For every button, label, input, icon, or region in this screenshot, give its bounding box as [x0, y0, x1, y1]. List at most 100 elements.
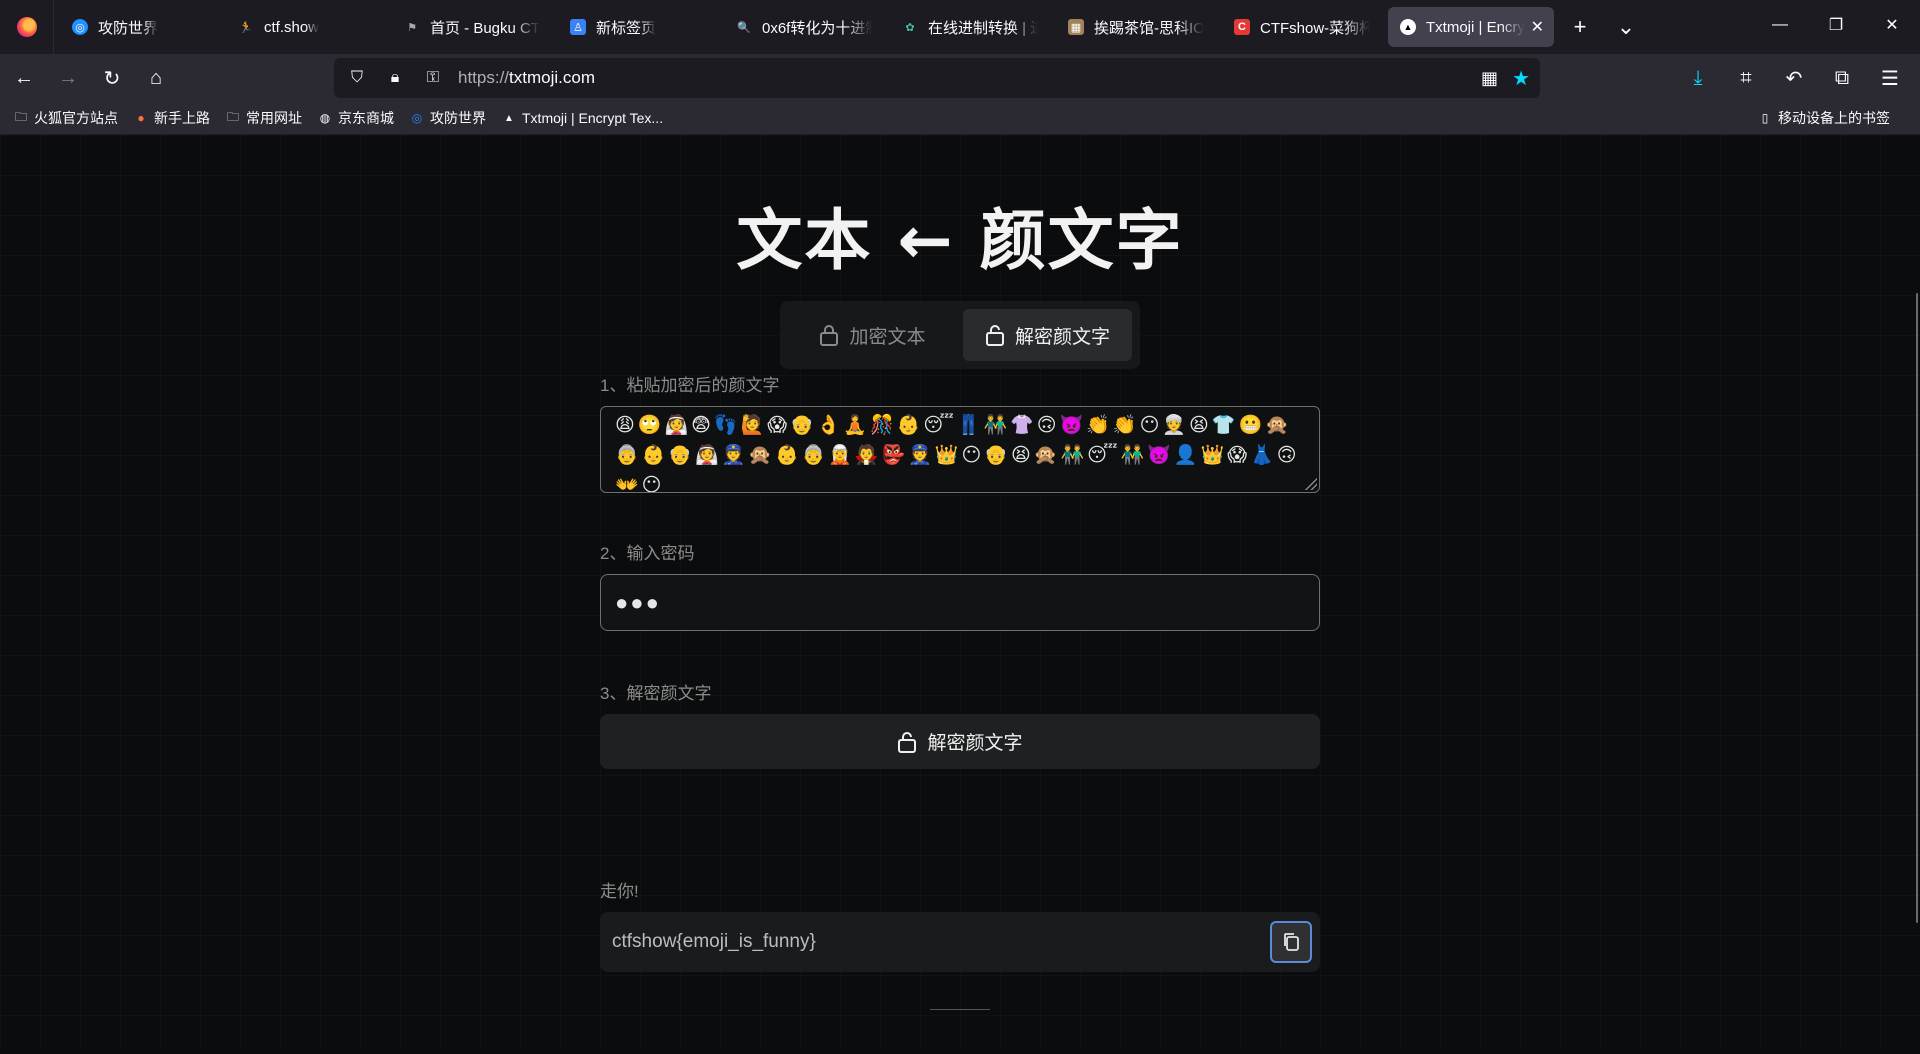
restore-button[interactable]: ❐ [1808, 0, 1864, 50]
bookmark-item[interactable]: ▲ Txtmoji | Encrypt Tex... [502, 110, 663, 126]
person-badge-icon: ♙ [570, 19, 586, 35]
url-text[interactable]: https://txtmoji.com [458, 68, 595, 88]
emoji-input[interactable]: 😩🙄👰😨👣🙋😱👴👌🧘🎊👶😴👖👬👚🙃👿👏👏😶👳😫👕😬🙊👵👶👴👰👮🙊👶👵🧝🧛👺👮👑😶… [600, 406, 1320, 493]
home-button[interactable]: ⌂ [136, 58, 176, 98]
tracking-shield-icon[interactable]: ⛉ [342, 69, 372, 87]
tab-title: 新标签页 [596, 19, 657, 37]
result-section: 走你! ctfshow{emoji_is_funny} [600, 877, 1320, 972]
bookmark-item[interactable]: 🗀 常用网址 [226, 108, 302, 128]
result-label: 走你! [600, 882, 639, 901]
result-value: ctfshow{emoji_is_funny} [612, 931, 816, 952]
tab-2[interactable]: 🏃 ctf.show [226, 7, 386, 47]
globe-blue-icon: ◎ [72, 19, 88, 35]
encrypt-mode-button[interactable]: 加密文本 [788, 309, 957, 361]
running-man-icon: 🏃 [239, 21, 253, 34]
bookmark-label: Txtmoji | Encrypt Tex... [522, 110, 664, 126]
folder-icon: 🗀 [14, 109, 27, 124]
copy-button[interactable] [1270, 921, 1312, 963]
step3-section: 3、解密颜文字 解密颜文字 [600, 679, 1320, 769]
gear-flower-icon: ✿ [905, 21, 915, 34]
result-output[interactable]: ctfshow{emoji_is_funny} [600, 912, 1320, 972]
bookmark-item[interactable]: ◍ 京东商城 [318, 108, 394, 128]
password-input[interactable]: ●●● [600, 574, 1320, 631]
tab-7[interactable]: ▦ 挨踢茶馆-思科IOS [1056, 7, 1216, 47]
back-button[interactable]: ← [4, 58, 44, 98]
folder-icon: 🗀 [226, 109, 239, 124]
encrypt-mode-label: 加密文本 [849, 326, 926, 348]
tab-title: 首页 - Bugku CTF [430, 19, 540, 37]
navigation-toolbar: ← → ↻ ⌂ ⛉ 🔒︎ ⚿ https://txtmoji.com ▦ ★ ⤓… [0, 54, 1920, 102]
tab-title: 攻防世界 [98, 19, 159, 37]
new-tab-button[interactable]: + [1560, 7, 1600, 47]
minimize-button[interactable]: — [1752, 0, 1808, 50]
step3-label: 3、解密颜文字 [600, 684, 712, 703]
triangle-logo-icon: ▲ [1400, 19, 1416, 35]
mode-switch: 加密文本 解密颜文字 [780, 301, 1140, 369]
undo-share-icon[interactable]: ↶ [1772, 58, 1816, 98]
firefox-menu-icon[interactable] [0, 0, 54, 54]
forward-button[interactable]: → [48, 58, 88, 98]
url-host: txtmoji.com [509, 68, 595, 87]
tab-6[interactable]: ✿ 在线进制转换 | 进 [890, 7, 1050, 47]
tab-active-txtmoji[interactable]: ▲ Txtmoji | Encry ✕ [1388, 7, 1554, 47]
lock-open-icon [985, 325, 1004, 346]
tab-title: 在线进制转换 | 进 [928, 19, 1038, 37]
extensions-puzzle-icon[interactable]: ⧉ [1820, 58, 1864, 98]
close-window-button[interactable]: ✕ [1864, 0, 1920, 50]
tab-strip: ◎ 攻防世界 🏃 ctf.show ⚑ 首页 - Bugku CTF ♙ 新标签… [0, 0, 1920, 54]
tab-3[interactable]: ⚑ 首页 - Bugku CTF [392, 7, 552, 47]
bookmark-item[interactable]: ● 新手上路 [134, 108, 210, 128]
bookmark-star-icon[interactable]: ★ [1512, 66, 1530, 91]
scrollbar-thumb[interactable] [1916, 293, 1918, 923]
mobile-bookmarks[interactable]: ▯ 移动设备上的书签 [1758, 108, 1890, 128]
url-protocol: https:// [458, 68, 510, 87]
key-icon[interactable]: ⚿ [418, 69, 448, 87]
lock-icon[interactable]: 🔒︎ [380, 69, 410, 87]
app-menu-icon[interactable]: ☰ [1868, 58, 1912, 98]
teahouse-icon: ▦ [1068, 19, 1084, 35]
url-bar[interactable]: ⛉ 🔒︎ ⚿ https://txtmoji.com ▦ ★ [334, 58, 1540, 98]
decrypt-mode-label: 解密颜文字 [1014, 326, 1110, 348]
bookmark-label: 攻防世界 [430, 110, 486, 126]
lock-open-icon [898, 731, 917, 753]
bookmarks-toolbar: 🗀 火狐官方站点 ● 新手上路 🗀 常用网址 ◍ 京东商城 ◎ 攻防世界 ▲ T… [0, 102, 1920, 135]
qr-code-icon[interactable]: ▦ [1481, 68, 1498, 89]
page-content: 文本 ← 颜文字 加密文本 解密颜文字 1、粘贴加密后的颜文字 😩🙄👰😨👣🙋😱👴… [0, 135, 1920, 1049]
tab-8[interactable]: C CTFshow-菜狗杯 [1222, 7, 1382, 47]
password-mask: ●●● [615, 589, 661, 615]
step1-section: 1、粘贴加密后的颜文字 😩🙄👰😨👣🙋😱👴👌🧘🎊👶😴👖👬👚🙃👿👏👏😶👳😫👕😬🙊👵👶… [600, 371, 1320, 493]
close-tab-icon[interactable]: ✕ [1531, 17, 1544, 37]
tab-title: ctf.show [264, 18, 320, 36]
tab-title: 挨踢茶馆-思科IOS [1094, 19, 1204, 37]
tab-4[interactable]: ♙ 新标签页 [558, 7, 718, 47]
resize-handle[interactable] [1305, 478, 1317, 490]
tab-5[interactable]: 🔍 0x6f转化为十进制 [724, 7, 884, 47]
step1-label: 1、粘贴加密后的颜文字 [600, 376, 780, 395]
globe-icon: ◍ [319, 111, 331, 125]
bookmark-label: 火狐官方站点 [34, 110, 118, 126]
downloads-icon[interactable]: ⤓ [1676, 58, 1720, 98]
decrypt-button[interactable]: 解密颜文字 [600, 714, 1320, 769]
tab-title: 0x6f转化为十进制 [762, 19, 872, 37]
bookmark-item[interactable]: 🗀 火狐官方站点 [14, 108, 118, 128]
step2-label: 2、输入密码 [600, 544, 695, 563]
decrypt-button-label: 解密颜文字 [927, 733, 1023, 754]
tab-title: Txtmoji | Encry [1426, 18, 1525, 36]
decrypt-mode-button[interactable]: 解密颜文字 [963, 309, 1132, 361]
bookmark-label: 京东商城 [338, 110, 394, 126]
flag-icon: ⚑ [407, 21, 417, 34]
footer-divider [930, 1009, 990, 1010]
globe-blue-icon: ◎ [411, 111, 423, 125]
mobile-device-icon: ▯ [1761, 111, 1769, 125]
reload-button[interactable]: ↻ [92, 58, 132, 98]
emoji-text: 😩🙄👰😨👣🙋😱👴👌🧘🎊👶😴👖👬👚🙃👿👏👏😶👳😫👕😬🙊👵👶👴👰👮🙊👶👵🧝🧛👺👮👑😶… [615, 415, 1300, 493]
page-title: 文本 ← 颜文字 [736, 202, 1184, 279]
screenshot-crop-icon[interactable]: ⌗ [1724, 58, 1768, 98]
list-all-tabs-button[interactable]: ⌄ [1606, 7, 1646, 47]
step2-section: 2、输入密码 ●●● [600, 539, 1320, 631]
page-scrollbar[interactable] [1914, 135, 1920, 1049]
bookmark-item[interactable]: ◎ 攻防世界 [410, 108, 486, 128]
tab-1[interactable]: ◎ 攻防世界 [60, 7, 220, 47]
c-logo-icon: C [1234, 19, 1250, 35]
triangle-logo-icon: ▲ [504, 112, 514, 124]
